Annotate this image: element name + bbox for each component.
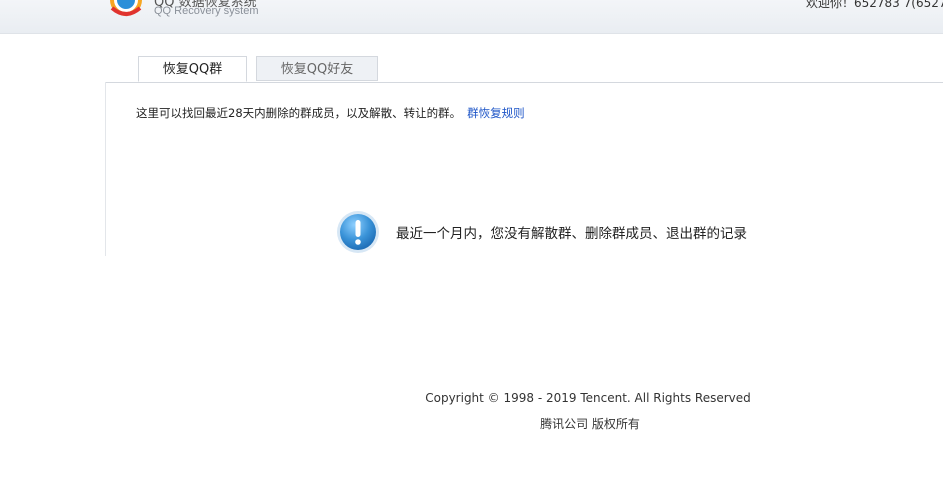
group-recovery-rules-link[interactable]: 群恢复规则 xyxy=(467,106,525,120)
description-line: 这里可以找回最近28天内删除的群成员，以及解散、转让的群。 群恢复规则 xyxy=(136,105,525,121)
description-text: 这里可以找回最近28天内删除的群成员，以及解散、转让的群。 xyxy=(136,106,462,120)
footer-company: 腾讯公司 版权所有 xyxy=(540,417,640,431)
tab-recover-qq-group[interactable]: 恢复QQ群 xyxy=(138,56,247,82)
tab-recover-qq-friends[interactable]: 恢复QQ好友 xyxy=(256,56,378,81)
panel-left-border xyxy=(105,82,106,256)
tab-bar: 恢复QQ群 恢复QQ好友 xyxy=(105,56,943,83)
header: QQ 数据恢复系统 QQ Recovery system 欢迎你！652783 … xyxy=(0,0,943,34)
no-records-notice: 最近一个月内，您没有解散群、删除群成员、退出群的记录 xyxy=(396,226,747,242)
info-exclamation-icon xyxy=(337,211,379,253)
qq-recovery-logo-icon xyxy=(110,0,142,16)
footer-copyright: Copyright © 1998 - 2019 Tencent. All Rig… xyxy=(425,391,751,405)
welcome-text: 欢迎你！652783 7(652783 xyxy=(806,0,943,10)
logo-subtitle: QQ Recovery system xyxy=(154,5,259,17)
